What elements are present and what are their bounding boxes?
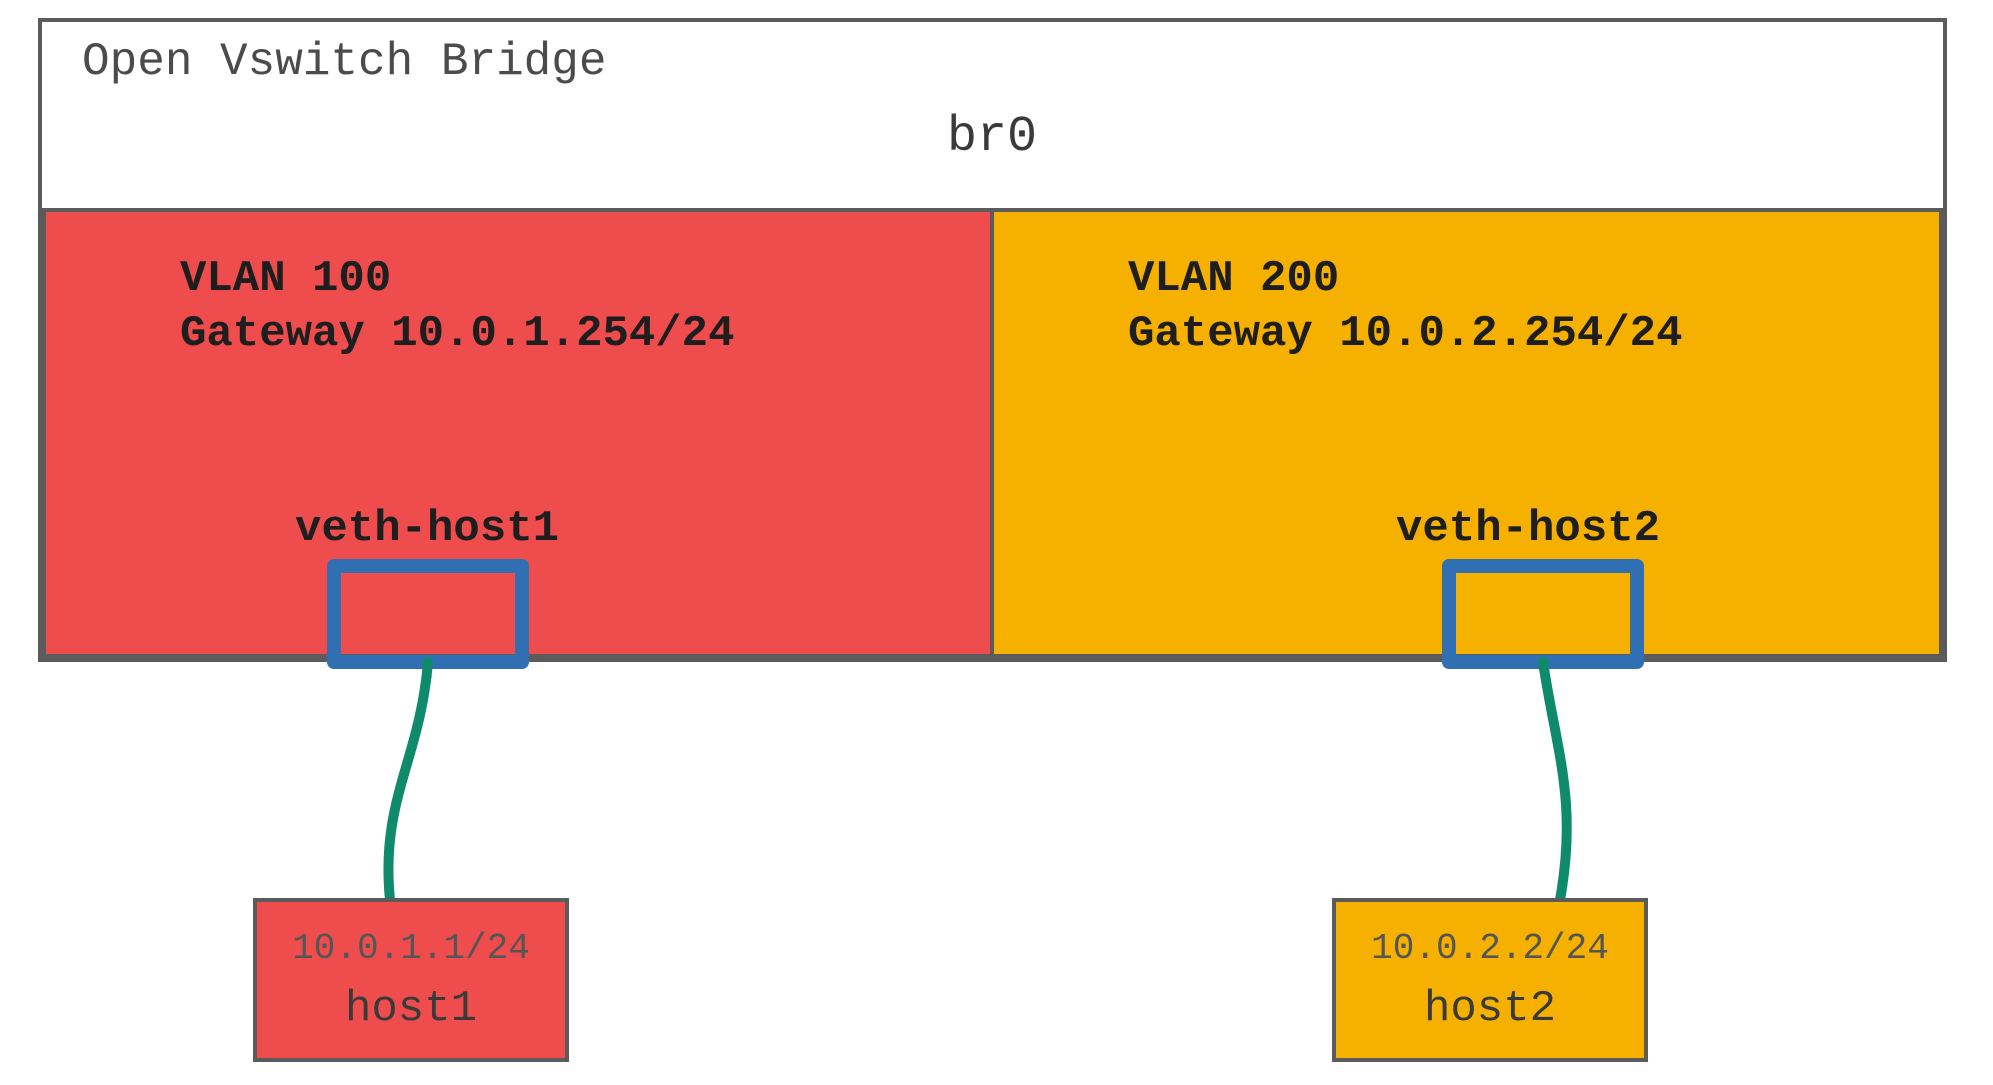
host2-name: host2 [1424,984,1556,1034]
vlan200-veth-label: veth-host2 [1396,504,1660,554]
host2-ip: 10.0.2.2/24 [1371,928,1609,969]
vlan200-label-line1: VLAN 200 [1128,254,1339,304]
vlan100-label-line1: VLAN 100 [180,254,391,304]
host1-box [255,900,567,1060]
ovs-network-diagram: Open Vswitch Bridge br0 VLAN 100 Gateway… [0,0,1993,1085]
host1-name: host1 [345,984,477,1034]
vlan100-label-line2: Gateway 10.0.1.254/24 [180,309,735,359]
bridge-title: Open Vswitch Bridge [82,36,607,88]
vlan200-label-line2: Gateway 10.0.2.254/24 [1128,309,1683,359]
link-host1 [388,662,428,900]
vlan100-veth-label: veth-host1 [295,504,559,554]
host2-box [1334,900,1646,1060]
host1-ip: 10.0.1.1/24 [292,928,530,969]
bridge-name: br0 [947,109,1037,166]
link-host2 [1543,662,1567,900]
